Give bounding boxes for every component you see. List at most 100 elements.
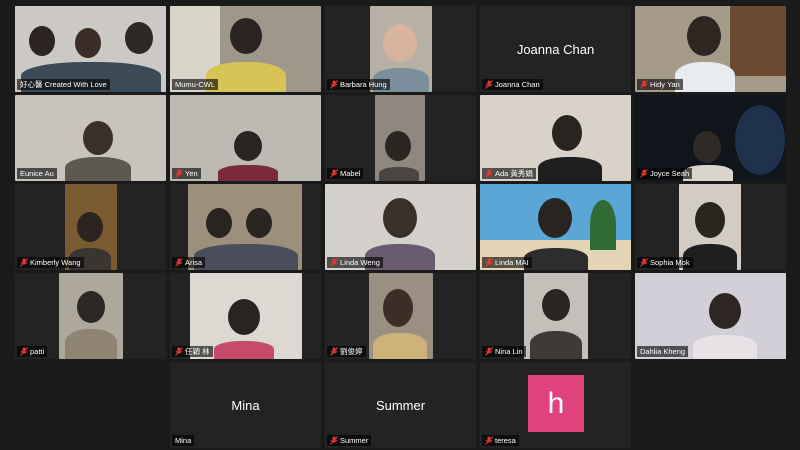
mic-muted-icon	[175, 258, 183, 267]
name-tag: Linda MAI	[482, 257, 532, 268]
name-tag: Yen	[172, 168, 201, 179]
video-tile-nina-lin[interactable]: Nina Lin	[480, 273, 631, 359]
participant-body	[693, 335, 757, 359]
participant-head	[709, 293, 741, 329]
name-tag: Linda Weng	[327, 257, 383, 268]
participant-name: Joanna Chan	[495, 80, 540, 89]
video-tile-mina[interactable]: Mina Mina	[170, 362, 321, 448]
participant-head	[230, 18, 262, 54]
mic-muted-icon	[640, 80, 648, 89]
participant-name: Yen	[185, 169, 198, 178]
video-tile-linda-weng[interactable]: Linda Weng	[325, 184, 476, 270]
participant-name: Sophia Mok	[650, 258, 690, 267]
video-tile-liu-jun-ting[interactable]: 劉俊婷	[325, 273, 476, 359]
name-tag: Eunice Au	[17, 168, 57, 179]
video-tile-ren-ying-lin[interactable]: 任穎 林	[170, 273, 321, 359]
participant-body	[675, 62, 735, 92]
mic-muted-icon	[485, 436, 493, 445]
participant-name: Linda MAI	[495, 258, 529, 267]
participant-name: Barbara Hung	[340, 80, 387, 89]
video-tile-created-with-love[interactable]: 好心醫 Created With Love	[15, 6, 166, 92]
mic-muted-icon	[330, 347, 338, 356]
participant-head	[542, 289, 570, 321]
mic-muted-icon	[640, 169, 648, 178]
name-tag: Mabel	[327, 168, 364, 179]
participant-name: Ada 黃秀娟	[495, 169, 533, 178]
participant-name: Dahlia Kheng	[640, 347, 686, 356]
video-tile-sophia-mok[interactable]: Sophia Mok	[635, 184, 786, 270]
video-tile-barbara-hung[interactable]: Barbara Hung	[325, 6, 476, 92]
name-tag: Joyce Seah	[637, 168, 693, 179]
participant-head	[383, 24, 417, 62]
participant-head	[246, 208, 272, 238]
name-tag: Barbara Hung	[327, 79, 390, 90]
video-tile-mabel[interactable]: Mabel	[325, 95, 476, 181]
participant-name: 好心醫 Created With Love	[20, 80, 107, 89]
video-tile-hidy-yan[interactable]: Hidy Yan	[635, 6, 786, 92]
video-tile-ada[interactable]: Ada 黃秀娟	[480, 95, 631, 181]
participant-head	[383, 198, 417, 238]
video-tile-eunice-au[interactable]: Eunice Au	[15, 95, 166, 181]
video-tile-mumu-cwl[interactable]: Mumu-CWL	[170, 6, 321, 92]
participant-head	[687, 16, 721, 56]
participant-name: Kimberly Wang	[30, 258, 81, 267]
video-tile-kimberly-wang[interactable]: Kimberly Wang	[15, 184, 166, 270]
palm-tree-background	[590, 200, 616, 250]
participant-body	[65, 329, 117, 359]
name-tag: Mumu-CWL	[172, 79, 219, 90]
video-tile-linda-mai[interactable]: Linda MAI	[480, 184, 631, 270]
participant-head	[538, 198, 572, 238]
name-tag: Ada 黃秀娟	[482, 168, 536, 179]
video-tile-joyce-seah[interactable]: Joyce Seah	[635, 95, 786, 181]
participant-name: Eunice Au	[20, 169, 54, 178]
gallery-row: Mina Mina Summer Summer h teresa	[170, 362, 631, 448]
participant-name: Arisa	[185, 258, 203, 267]
name-tag: Mina	[172, 435, 195, 446]
name-tag: 劉俊婷	[327, 346, 366, 357]
participant-head	[125, 22, 153, 54]
name-tag: Summer	[327, 435, 372, 446]
name-tag: Kimberly Wang	[17, 257, 84, 268]
participant-name: Hidy Yan	[650, 80, 680, 89]
participant-head	[385, 131, 411, 161]
participant-name: teresa	[495, 436, 516, 445]
video-tile-dahlia-kheng[interactable]: Dahlia Kheng	[635, 273, 786, 359]
participant-head	[383, 289, 413, 327]
video-tile-patti[interactable]: patti	[15, 273, 166, 359]
mic-muted-icon	[20, 347, 28, 356]
participant-name: Linda Weng	[340, 258, 380, 267]
mic-muted-icon	[175, 169, 183, 178]
participant-body	[538, 157, 602, 181]
video-tile-summer[interactable]: Summer Summer	[325, 362, 476, 448]
name-tag: Joanna Chan	[482, 79, 543, 90]
mic-muted-icon	[640, 258, 648, 267]
participant-name: Nina Lin	[495, 347, 523, 356]
mic-muted-icon	[485, 80, 493, 89]
name-tag: Arisa	[172, 257, 206, 268]
name-tag: 任穎 林	[172, 346, 213, 357]
video-tile-arisa[interactable]: Arisa	[170, 184, 321, 270]
participant-head	[228, 299, 260, 335]
gallery-row: patti 任穎 林 劉俊婷 Nina Lin Dahlia Kheng	[15, 273, 786, 359]
video-tile-joanna-chan[interactable]: Joanna Chan Joanna Chan	[480, 6, 631, 92]
gallery-row: 好心醫 Created With Love Mumu-CWL Barbara H…	[15, 6, 786, 92]
participant-head	[75, 28, 101, 58]
participant-name: Summer	[340, 436, 369, 445]
door-background	[730, 6, 786, 76]
participant-body	[218, 165, 278, 181]
mic-muted-icon	[330, 258, 338, 267]
video-tile-yen[interactable]: Yen	[170, 95, 321, 181]
participant-name: Joyce Seah	[650, 169, 690, 178]
video-tile-teresa[interactable]: h teresa	[480, 362, 631, 448]
participant-body	[194, 244, 298, 270]
flower-background	[735, 105, 785, 175]
mic-muted-icon	[175, 347, 183, 356]
participant-body	[379, 167, 419, 181]
gallery-row: Kimberly Wang Arisa Linda Weng Linda MAI…	[15, 184, 786, 270]
name-tag: Sophia Mok	[637, 257, 693, 268]
participant-head	[206, 208, 232, 238]
participant-name: 劉俊婷	[340, 347, 363, 356]
participant-head	[234, 131, 262, 161]
participant-head	[29, 26, 55, 56]
gallery-grid: 好心醫 Created With Love Mumu-CWL Barbara H…	[15, 6, 787, 448]
